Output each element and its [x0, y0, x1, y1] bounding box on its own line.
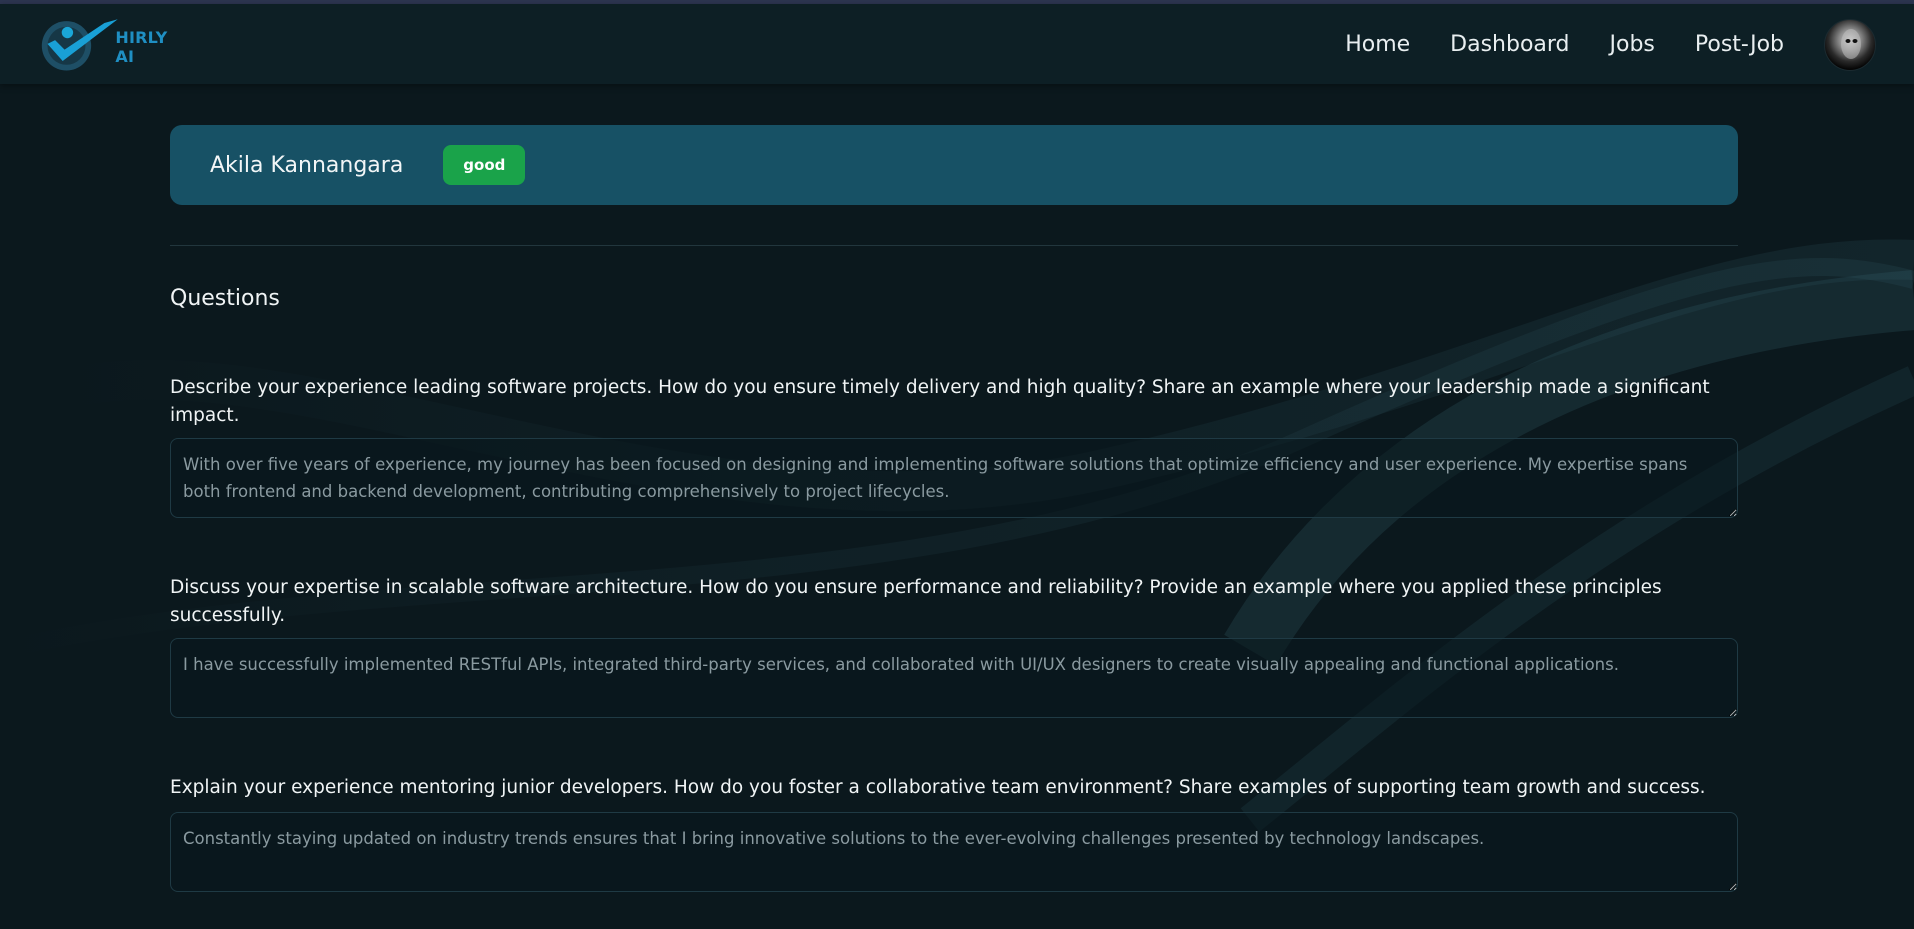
question-item: Discuss your expertise in scalable softw… [170, 574, 1738, 718]
answer-textarea[interactable]: I have successfully implemented RESTful … [170, 638, 1738, 718]
question-item: Describe your experience leading softwar… [170, 374, 1738, 518]
logo-check-icon [41, 19, 118, 71]
question-text: Discuss your expertise in scalable softw… [170, 577, 1662, 626]
avatar-face-icon [1841, 29, 1861, 59]
nav-post-job[interactable]: Post-Job [1695, 32, 1784, 57]
candidate-header: Akila Kannangara good [170, 125, 1738, 205]
section-divider [170, 245, 1738, 246]
user-avatar[interactable] [1824, 19, 1876, 71]
nav-home[interactable]: Home [1345, 32, 1410, 57]
status-badge: good [443, 145, 526, 185]
questions-title: Questions [170, 286, 280, 311]
answer-textarea[interactable]: With over five years of experience, my j… [170, 438, 1738, 518]
nav-jobs[interactable]: Jobs [1610, 32, 1655, 57]
question-item: Explain your experience mentoring junior… [170, 774, 1738, 892]
answer-textarea[interactable]: Constantly staying updated on industry t… [170, 812, 1738, 892]
brand-logo[interactable]: HIRLY AI [38, 10, 188, 74]
nav-links: Home Dashboard Jobs Post-Job [1305, 4, 1784, 84]
nav-dashboard[interactable]: Dashboard [1450, 32, 1569, 57]
candidate-name: Akila Kannangara [210, 152, 404, 178]
brand-name: HIRLY AI [115, 28, 168, 66]
question-text: Explain your experience mentoring junior… [170, 777, 1706, 798]
question-text: Describe your experience leading softwar… [170, 377, 1710, 426]
navbar: HIRLY AI Home Dashboard Jobs Post-Job [0, 4, 1914, 84]
